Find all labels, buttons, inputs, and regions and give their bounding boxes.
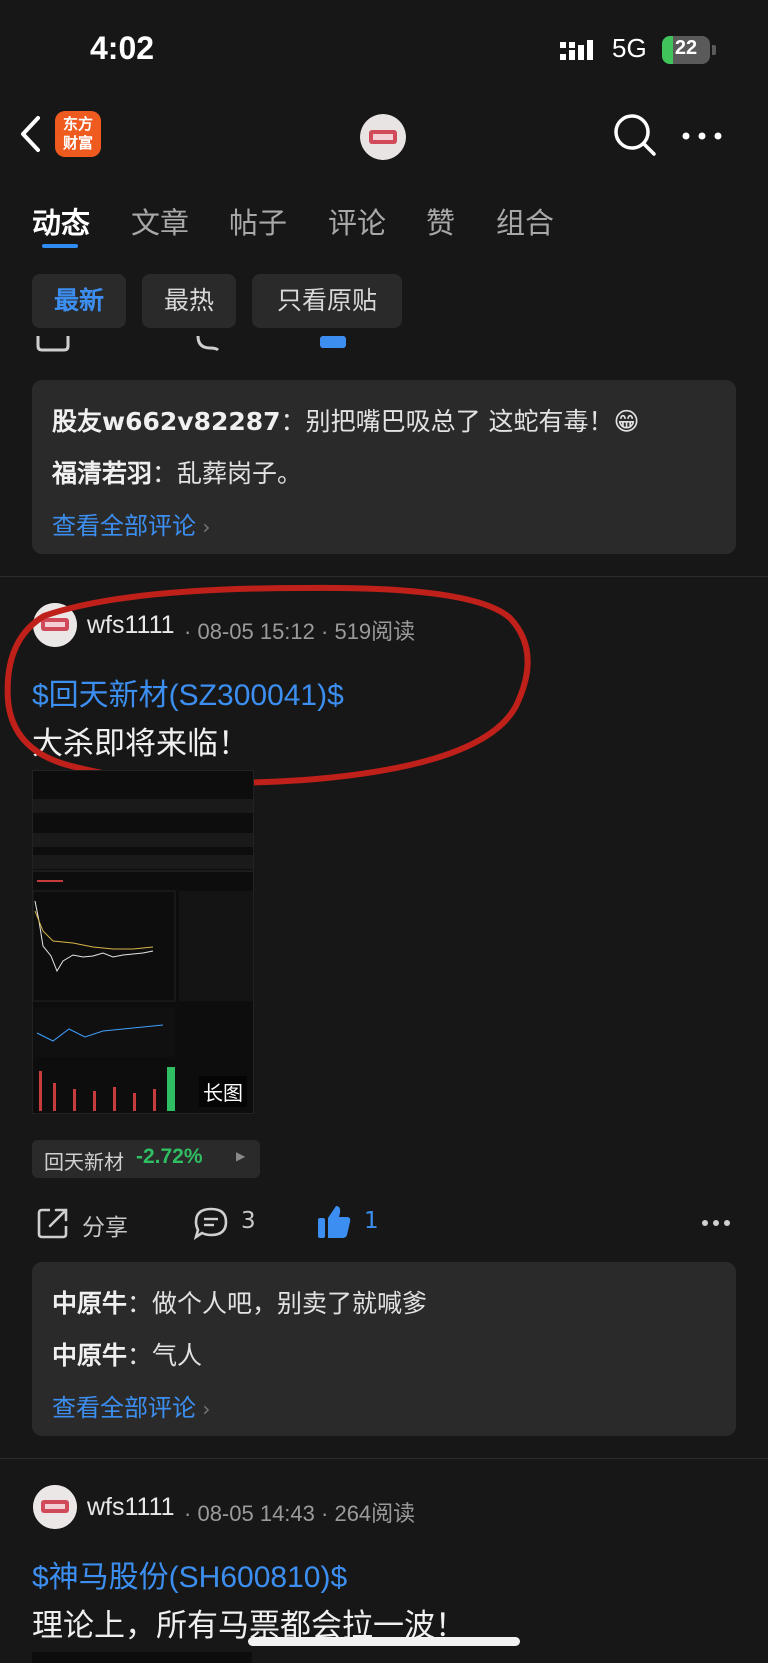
post-more-icon[interactable] bbox=[702, 1219, 730, 1227]
app-logo[interactable]: 东方 财富 bbox=[55, 111, 101, 157]
comment-user[interactable]: 福清若羽 bbox=[52, 459, 152, 488]
share-icon[interactable] bbox=[36, 336, 70, 352]
status-time: 4:02 bbox=[90, 30, 155, 66]
tab-comments[interactable]: 评论 bbox=[328, 200, 386, 242]
comment-user[interactable]: 中原牛 bbox=[52, 1341, 127, 1370]
post-image-thumbnail[interactable] bbox=[32, 1652, 252, 1663]
comment-user[interactable]: 中原牛 bbox=[52, 1289, 127, 1318]
comments-preview[interactable]: 股友w662v82287：别把嘴巴吸总了 这蛇有毒！😁 福清若羽：乱葬岗子。 查… bbox=[32, 380, 736, 554]
comment-colon: ： bbox=[127, 1341, 153, 1370]
view-all-comments[interactable]: 查看全部评论 › bbox=[52, 1388, 210, 1423]
post-image-thumbnail[interactable]: 长图 bbox=[32, 770, 254, 1114]
author-avatar[interactable] bbox=[33, 1485, 77, 1529]
comment-colon: ： bbox=[280, 407, 306, 436]
stock-quote-chip[interactable]: 回天新材 -2.72% ▶ bbox=[32, 1140, 260, 1178]
battery-tip bbox=[712, 45, 716, 55]
post-divider bbox=[0, 1458, 768, 1459]
stock-chart-screenshot bbox=[33, 771, 253, 1113]
tab-articles[interactable]: 文章 bbox=[131, 200, 189, 242]
battery-icon: 22 bbox=[662, 36, 710, 64]
tab-likes[interactable]: 赞 bbox=[426, 200, 455, 242]
tab-dynamics[interactable]: 动态 bbox=[32, 200, 90, 242]
comment-line: 中原牛：气人 bbox=[52, 1336, 202, 1372]
search-icon[interactable] bbox=[612, 112, 658, 158]
comment-count: 3 bbox=[241, 1208, 256, 1234]
post-meta: · 08-05 14:43 · 264阅读 bbox=[184, 1496, 415, 1528]
post-time: 08-05 14:43 bbox=[197, 1501, 315, 1526]
meta-separator: · bbox=[184, 1501, 198, 1526]
chevron-right-icon: › bbox=[196, 1397, 211, 1421]
filter-hot[interactable]: 最热 bbox=[142, 274, 236, 328]
view-all-label: 查看全部评论 bbox=[52, 1394, 196, 1422]
post-divider bbox=[0, 576, 768, 577]
chevron-right-icon: › bbox=[196, 515, 211, 539]
view-all-comments[interactable]: 查看全部评论 › bbox=[52, 506, 210, 541]
comment-text: 气人 bbox=[152, 1341, 203, 1370]
comment-text: 乱葬岗子。 bbox=[177, 459, 303, 488]
back-icon[interactable] bbox=[18, 114, 44, 154]
comment-colon: ： bbox=[127, 1289, 153, 1318]
comments-preview[interactable]: 中原牛：做个人吧，别卖了就喊爹 中原牛：气人 查看全部评论 › bbox=[32, 1262, 736, 1436]
like-icon[interactable] bbox=[316, 1204, 352, 1240]
like-count: 1 bbox=[364, 1208, 379, 1234]
tab-portfolio[interactable]: 组合 bbox=[496, 200, 554, 242]
annotation-circle bbox=[4, 584, 531, 786]
long-image-label: 长图 bbox=[199, 1076, 247, 1107]
user-avatar[interactable] bbox=[360, 114, 406, 160]
share-icon[interactable] bbox=[36, 1206, 70, 1240]
author-name[interactable]: wfs1111 bbox=[87, 1493, 175, 1522]
comment-line: 福清若羽：乱葬岗子。 bbox=[52, 454, 302, 490]
comment-text: 别把嘴巴吸总了 这蛇有毒！😁 bbox=[305, 407, 640, 436]
comment-line: 股友w662v82287：别把嘴巴吸总了 这蛇有毒！😁 bbox=[52, 402, 640, 438]
comment-icon[interactable] bbox=[193, 1206, 229, 1240]
share-label[interactable]: 分享 bbox=[82, 1208, 128, 1242]
stock-tag-link[interactable]: $神马股份(SH600810)$ bbox=[32, 1552, 347, 1596]
filter-latest[interactable]: 最新 bbox=[32, 274, 126, 328]
filter-original[interactable]: 只看原贴 bbox=[252, 274, 402, 328]
like-icon[interactable] bbox=[318, 336, 348, 350]
logo-line-2: 财富 bbox=[62, 134, 93, 152]
comment-icon[interactable] bbox=[196, 336, 226, 352]
view-all-label: 查看全部评论 bbox=[52, 512, 196, 540]
stock-change: -2.72% bbox=[136, 1145, 203, 1168]
network-label: 5G bbox=[612, 33, 647, 63]
comment-user[interactable]: 股友w662v82287 bbox=[52, 407, 281, 436]
signal-icon bbox=[560, 40, 593, 60]
tab-active-indicator bbox=[42, 244, 78, 248]
stock-name: 回天新材 bbox=[44, 1150, 124, 1174]
tab-posts[interactable]: 帖子 bbox=[229, 200, 287, 242]
more-icon[interactable] bbox=[682, 132, 722, 140]
battery-level: 22 bbox=[674, 37, 698, 59]
play-arrow-icon: ▶ bbox=[236, 1149, 246, 1163]
home-indicator bbox=[248, 1637, 520, 1646]
logo-line-1: 东方 bbox=[62, 115, 93, 133]
meta-separator: · bbox=[314, 1501, 335, 1526]
comment-text: 做个人吧，别卖了就喊爹 bbox=[152, 1289, 428, 1318]
read-count: 264阅读 bbox=[334, 1501, 416, 1526]
comment-line: 中原牛：做个人吧，别卖了就喊爹 bbox=[52, 1284, 427, 1320]
comment-colon: ： bbox=[152, 459, 178, 488]
